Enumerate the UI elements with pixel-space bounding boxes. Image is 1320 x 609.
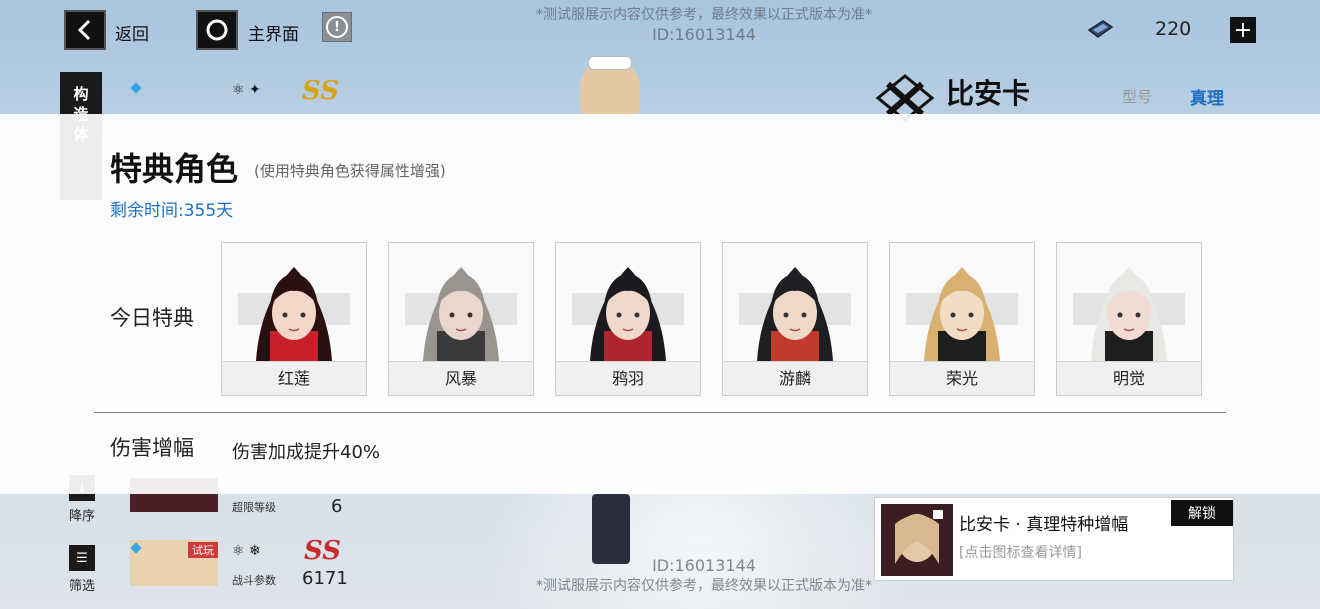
character-face-icon: [256, 267, 332, 361]
currency-amount: 220: [1155, 18, 1192, 40]
bonus-character-name: 游麟: [723, 361, 867, 395]
panel-subtitle: (使用特典角色获得属性增强): [254, 162, 446, 180]
bonus-character-card[interactable]: 游麟: [722, 242, 868, 396]
back-button[interactable]: [64, 10, 106, 50]
bonus-character-card[interactable]: 风暴: [388, 242, 534, 396]
special-boost-thumbnail[interactable]: [881, 504, 953, 576]
character-face-icon: [924, 267, 1000, 361]
bonus-character-name: 明觉: [1057, 361, 1201, 395]
filter-button[interactable]: ☰ 筛选: [64, 545, 100, 594]
today-bonus-label: 今日特典: [110, 306, 194, 330]
bonus-characters-panel: 特典角色 (使用特典角色获得属性增强) 剩余时间:355天 今日特典 红莲 风暴鸦…: [0, 114, 1320, 494]
info-icon: !: [326, 16, 348, 38]
model-value[interactable]: 真理: [1190, 84, 1224, 109]
panel-divider: [94, 412, 1226, 413]
rank-badge-bottom: SS: [304, 536, 341, 566]
home-button[interactable]: [196, 10, 238, 50]
character-portrait: [890, 243, 1034, 361]
character-portrait-icon: [881, 504, 953, 576]
character-face-icon: [590, 267, 666, 361]
watermark-id-top: ID:16013144: [652, 25, 756, 44]
character-portrait: [222, 243, 366, 361]
bonus-character-name: 荣光: [890, 361, 1034, 395]
character-model-legs: [592, 494, 630, 564]
combat-value: 6171: [302, 568, 348, 589]
bonus-character-card[interactable]: 红莲: [221, 242, 367, 396]
damage-boost-value: 伤害加成提升40%: [232, 442, 381, 463]
sort-label: 降序: [68, 509, 95, 524]
damage-boost-label: 伤害增幅: [110, 436, 194, 460]
overlimit-value: 6: [331, 496, 343, 517]
rank-badge-top: SS: [302, 76, 339, 106]
combat-label: 战斗参数: [232, 574, 276, 587]
info-button[interactable]: !: [322, 12, 352, 42]
bonus-character-list: 红莲 风暴 鸦羽 游麟 荣光 明觉: [221, 242, 1202, 396]
add-currency-button[interactable]: +: [1230, 17, 1256, 43]
character-portrait: [723, 243, 867, 361]
bonus-character-name: 红莲: [222, 361, 366, 395]
special-boost-title: 比安卡 · 真理特种增幅: [959, 515, 1129, 535]
bonus-character-name: 风暴: [389, 361, 533, 395]
trial-tag: 试玩: [188, 542, 218, 558]
special-boost-unlock-card[interactable]: 比安卡 · 真理特种增幅 [点击图标查看详情] 解锁: [874, 497, 1234, 581]
chevron-left-icon: [77, 19, 91, 41]
bonus-character-card[interactable]: 荣光: [889, 242, 1035, 396]
watermark-disclaimer-top: *测试服展示内容仅供参考，最终效果以正式版本为准*: [536, 7, 872, 23]
home-circle-icon: [206, 19, 228, 41]
element-icons-bottom: ⚛ ❄: [232, 543, 261, 559]
character-portrait: [389, 243, 533, 361]
character-face-icon: [423, 267, 499, 361]
overlimit-label: 超限等级: [232, 501, 276, 514]
remaining-time: 剩余时间:355天: [110, 201, 234, 221]
unlock-button[interactable]: 解锁: [1171, 500, 1233, 526]
home-label[interactable]: 主界面: [248, 20, 299, 45]
bonus-character-card[interactable]: 明觉: [1056, 242, 1202, 396]
panel-title: 特典角色: [110, 150, 239, 188]
character-portrait: [556, 243, 700, 361]
back-label[interactable]: 返回: [115, 20, 149, 45]
character-portrait: [1057, 243, 1201, 361]
character-face-icon: [1091, 267, 1167, 361]
bonus-character-name: 鸦羽: [556, 361, 700, 395]
filter-icon: ☰: [69, 545, 95, 571]
filter-label: 筛选: [68, 579, 95, 594]
currency-chip-icon: [1087, 20, 1114, 38]
roster-card-trial[interactable]: 试玩: [130, 540, 218, 586]
character-name: 比安卡: [946, 77, 1031, 110]
character-face-icon: [757, 267, 833, 361]
special-boost-hint: [点击图标查看详情]: [959, 545, 1082, 561]
element-icons-top: ⚛ ✦: [232, 82, 261, 98]
model-label: 型号: [1122, 88, 1153, 106]
bonus-character-card[interactable]: 鸦羽: [555, 242, 701, 396]
